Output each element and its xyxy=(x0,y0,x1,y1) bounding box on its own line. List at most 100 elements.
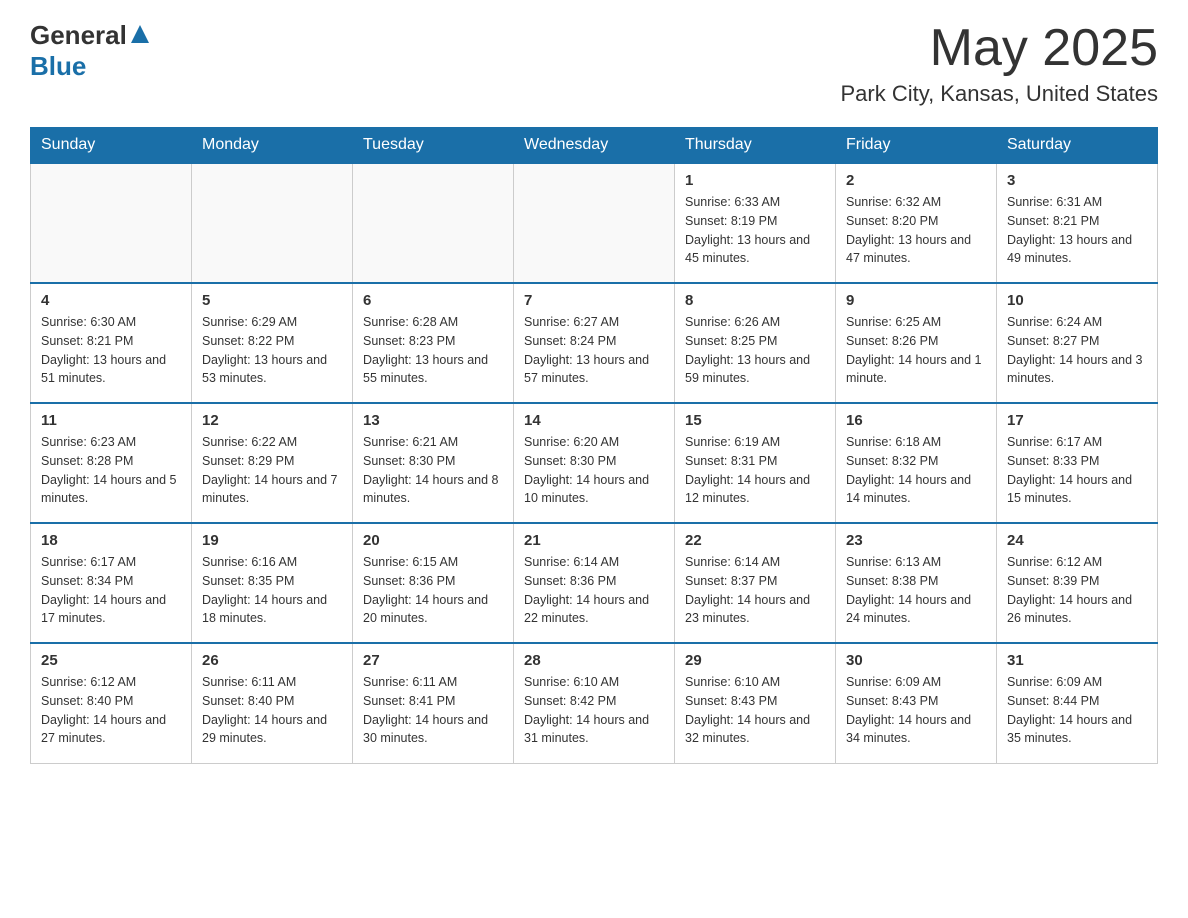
day-info: Sunrise: 6:24 AM Sunset: 8:27 PM Dayligh… xyxy=(1007,313,1147,388)
logo: General Blue xyxy=(30,20,149,82)
logo-blue-text: Blue xyxy=(30,51,86,81)
day-info: Sunrise: 6:30 AM Sunset: 8:21 PM Dayligh… xyxy=(41,313,181,388)
day-info: Sunrise: 6:17 AM Sunset: 8:34 PM Dayligh… xyxy=(41,553,181,628)
calendar-day-cell: 25 Sunrise: 6:12 AM Sunset: 8:40 PM Dayli… xyxy=(31,643,192,763)
calendar-day-cell: 31 Sunrise: 6:09 AM Sunset: 8:44 PM Dayli… xyxy=(997,643,1158,763)
calendar-day-cell xyxy=(192,163,353,283)
day-number: 23 xyxy=(846,532,986,549)
day-of-week-header: Tuesday xyxy=(353,128,514,164)
day-number: 26 xyxy=(202,652,342,669)
calendar-day-cell: 4 Sunrise: 6:30 AM Sunset: 8:21 PM Daylig… xyxy=(31,283,192,403)
calendar-day-cell: 26 Sunrise: 6:11 AM Sunset: 8:40 PM Dayli… xyxy=(192,643,353,763)
calendar-day-cell xyxy=(514,163,675,283)
day-number: 12 xyxy=(202,412,342,429)
day-number: 29 xyxy=(685,652,825,669)
day-info: Sunrise: 6:11 AM Sunset: 8:41 PM Dayligh… xyxy=(363,673,503,748)
calendar-day-cell: 7Sunrise: 6:27 AM Sunset: 8:24 PM Daylig… xyxy=(514,283,675,403)
day-info: Sunrise: 6:28 AM Sunset: 8:23 PM Dayligh… xyxy=(363,313,503,388)
title-section: May 2025 Park City, Kansas, United State… xyxy=(840,20,1158,107)
day-info: Sunrise: 6:11 AM Sunset: 8:40 PM Dayligh… xyxy=(202,673,342,748)
day-info: Sunrise: 6:17 AM Sunset: 8:33 PM Dayligh… xyxy=(1007,433,1147,508)
day-info: Sunrise: 6:09 AM Sunset: 8:44 PM Dayligh… xyxy=(1007,673,1147,748)
day-info: Sunrise: 6:13 AM Sunset: 8:38 PM Dayligh… xyxy=(846,553,986,628)
calendar-day-cell: 18Sunrise: 6:17 AM Sunset: 8:34 PM Dayli… xyxy=(31,523,192,643)
day-of-week-header: Sunday xyxy=(31,128,192,164)
day-of-week-header: Wednesday xyxy=(514,128,675,164)
day-info: Sunrise: 6:16 AM Sunset: 8:35 PM Dayligh… xyxy=(202,553,342,628)
day-number: 6 xyxy=(363,292,503,309)
day-number: 15 xyxy=(685,412,825,429)
day-number: 28 xyxy=(524,652,664,669)
day-number: 8 xyxy=(685,292,825,309)
calendar-week-row: 4 Sunrise: 6:30 AM Sunset: 8:21 PM Daylig… xyxy=(31,283,1158,403)
calendar-day-cell xyxy=(353,163,514,283)
day-of-week-header: Monday xyxy=(192,128,353,164)
day-number: 17 xyxy=(1007,412,1147,429)
day-of-week-header: Saturday xyxy=(997,128,1158,164)
calendar-day-cell: 14Sunrise: 6:20 AM Sunset: 8:30 PM Dayli… xyxy=(514,403,675,523)
page-header: General Blue May 2025 Park City, Kansas,… xyxy=(30,20,1158,107)
day-info: Sunrise: 6:18 AM Sunset: 8:32 PM Dayligh… xyxy=(846,433,986,508)
day-number: 31 xyxy=(1007,652,1147,669)
day-info: Sunrise: 6:09 AM Sunset: 8:43 PM Dayligh… xyxy=(846,673,986,748)
calendar-day-cell: 23 Sunrise: 6:13 AM Sunset: 8:38 PM Dayli… xyxy=(836,523,997,643)
day-info: Sunrise: 6:14 AM Sunset: 8:36 PM Dayligh… xyxy=(524,553,664,628)
calendar-day-cell: 22Sunrise: 6:14 AM Sunset: 8:37 PM Dayli… xyxy=(675,523,836,643)
calendar-day-cell: 13 Sunrise: 6:21 AM Sunset: 8:30 PM Dayli… xyxy=(353,403,514,523)
day-of-week-header: Thursday xyxy=(675,128,836,164)
calendar-day-cell: 8Sunrise: 6:26 AM Sunset: 8:25 PM Daylig… xyxy=(675,283,836,403)
calendar-day-cell: 19Sunrise: 6:16 AM Sunset: 8:35 PM Dayli… xyxy=(192,523,353,643)
calendar-day-cell: 11 Sunrise: 6:23 AM Sunset: 8:28 PM Dayli… xyxy=(31,403,192,523)
calendar-day-cell: 20Sunrise: 6:15 AM Sunset: 8:36 PM Dayli… xyxy=(353,523,514,643)
calendar-week-row: 1 Sunrise: 6:33 AM Sunset: 8:19 PM Daylig… xyxy=(31,163,1158,283)
day-number: 13 xyxy=(363,412,503,429)
day-info: Sunrise: 6:21 AM Sunset: 8:30 PM Dayligh… xyxy=(363,433,503,508)
calendar-day-cell: 1 Sunrise: 6:33 AM Sunset: 8:19 PM Daylig… xyxy=(675,163,836,283)
day-info: Sunrise: 6:19 AM Sunset: 8:31 PM Dayligh… xyxy=(685,433,825,508)
calendar-week-row: 18Sunrise: 6:17 AM Sunset: 8:34 PM Dayli… xyxy=(31,523,1158,643)
day-info: Sunrise: 6:29 AM Sunset: 8:22 PM Dayligh… xyxy=(202,313,342,388)
logo-general-text: General xyxy=(30,20,127,51)
day-info: Sunrise: 6:33 AM Sunset: 8:19 PM Dayligh… xyxy=(685,193,825,268)
day-info: Sunrise: 6:23 AM Sunset: 8:28 PM Dayligh… xyxy=(41,433,181,508)
calendar-day-cell: 17 Sunrise: 6:17 AM Sunset: 8:33 PM Dayli… xyxy=(997,403,1158,523)
day-info: Sunrise: 6:14 AM Sunset: 8:37 PM Dayligh… xyxy=(685,553,825,628)
calendar-week-row: 11 Sunrise: 6:23 AM Sunset: 8:28 PM Dayli… xyxy=(31,403,1158,523)
day-number: 24 xyxy=(1007,532,1147,549)
day-info: Sunrise: 6:25 AM Sunset: 8:26 PM Dayligh… xyxy=(846,313,986,388)
day-info: Sunrise: 6:12 AM Sunset: 8:40 PM Dayligh… xyxy=(41,673,181,748)
calendar-day-cell: 2 Sunrise: 6:32 AM Sunset: 8:20 PM Daylig… xyxy=(836,163,997,283)
day-info: Sunrise: 6:15 AM Sunset: 8:36 PM Dayligh… xyxy=(363,553,503,628)
day-number: 21 xyxy=(524,532,664,549)
days-header-row: SundayMondayTuesdayWednesdayThursdayFrid… xyxy=(31,128,1158,164)
calendar-day-cell: 21 Sunrise: 6:14 AM Sunset: 8:36 PM Dayli… xyxy=(514,523,675,643)
calendar-table: SundayMondayTuesdayWednesdayThursdayFrid… xyxy=(30,127,1158,764)
calendar-day-cell: 5Sunrise: 6:29 AM Sunset: 8:22 PM Daylig… xyxy=(192,283,353,403)
calendar-day-cell: 6 Sunrise: 6:28 AM Sunset: 8:23 PM Daylig… xyxy=(353,283,514,403)
day-number: 25 xyxy=(41,652,181,669)
day-of-week-header: Friday xyxy=(836,128,997,164)
day-info: Sunrise: 6:10 AM Sunset: 8:42 PM Dayligh… xyxy=(524,673,664,748)
day-info: Sunrise: 6:32 AM Sunset: 8:20 PM Dayligh… xyxy=(846,193,986,268)
calendar-day-cell xyxy=(31,163,192,283)
calendar-day-cell: 30Sunrise: 6:09 AM Sunset: 8:43 PM Dayli… xyxy=(836,643,997,763)
day-info: Sunrise: 6:12 AM Sunset: 8:39 PM Dayligh… xyxy=(1007,553,1147,628)
day-number: 7 xyxy=(524,292,664,309)
day-number: 2 xyxy=(846,172,986,189)
calendar-day-cell: 15 Sunrise: 6:19 AM Sunset: 8:31 PM Dayli… xyxy=(675,403,836,523)
day-info: Sunrise: 6:10 AM Sunset: 8:43 PM Dayligh… xyxy=(685,673,825,748)
day-number: 4 xyxy=(41,292,181,309)
calendar-header: SundayMondayTuesdayWednesdayThursdayFrid… xyxy=(31,128,1158,164)
calendar-day-cell: 24 Sunrise: 6:12 AM Sunset: 8:39 PM Dayli… xyxy=(997,523,1158,643)
day-number: 11 xyxy=(41,412,181,429)
calendar-day-cell: 27Sunrise: 6:11 AM Sunset: 8:41 PM Dayli… xyxy=(353,643,514,763)
day-number: 3 xyxy=(1007,172,1147,189)
day-info: Sunrise: 6:20 AM Sunset: 8:30 PM Dayligh… xyxy=(524,433,664,508)
calendar-day-cell: 3 Sunrise: 6:31 AM Sunset: 8:21 PM Daylig… xyxy=(997,163,1158,283)
calendar-day-cell: 16 Sunrise: 6:18 AM Sunset: 8:32 PM Dayli… xyxy=(836,403,997,523)
day-number: 16 xyxy=(846,412,986,429)
day-number: 1 xyxy=(685,172,825,189)
day-info: Sunrise: 6:31 AM Sunset: 8:21 PM Dayligh… xyxy=(1007,193,1147,268)
calendar-day-cell: 12Sunrise: 6:22 AM Sunset: 8:29 PM Dayli… xyxy=(192,403,353,523)
calendar-day-cell: 10Sunrise: 6:24 AM Sunset: 8:27 PM Dayli… xyxy=(997,283,1158,403)
